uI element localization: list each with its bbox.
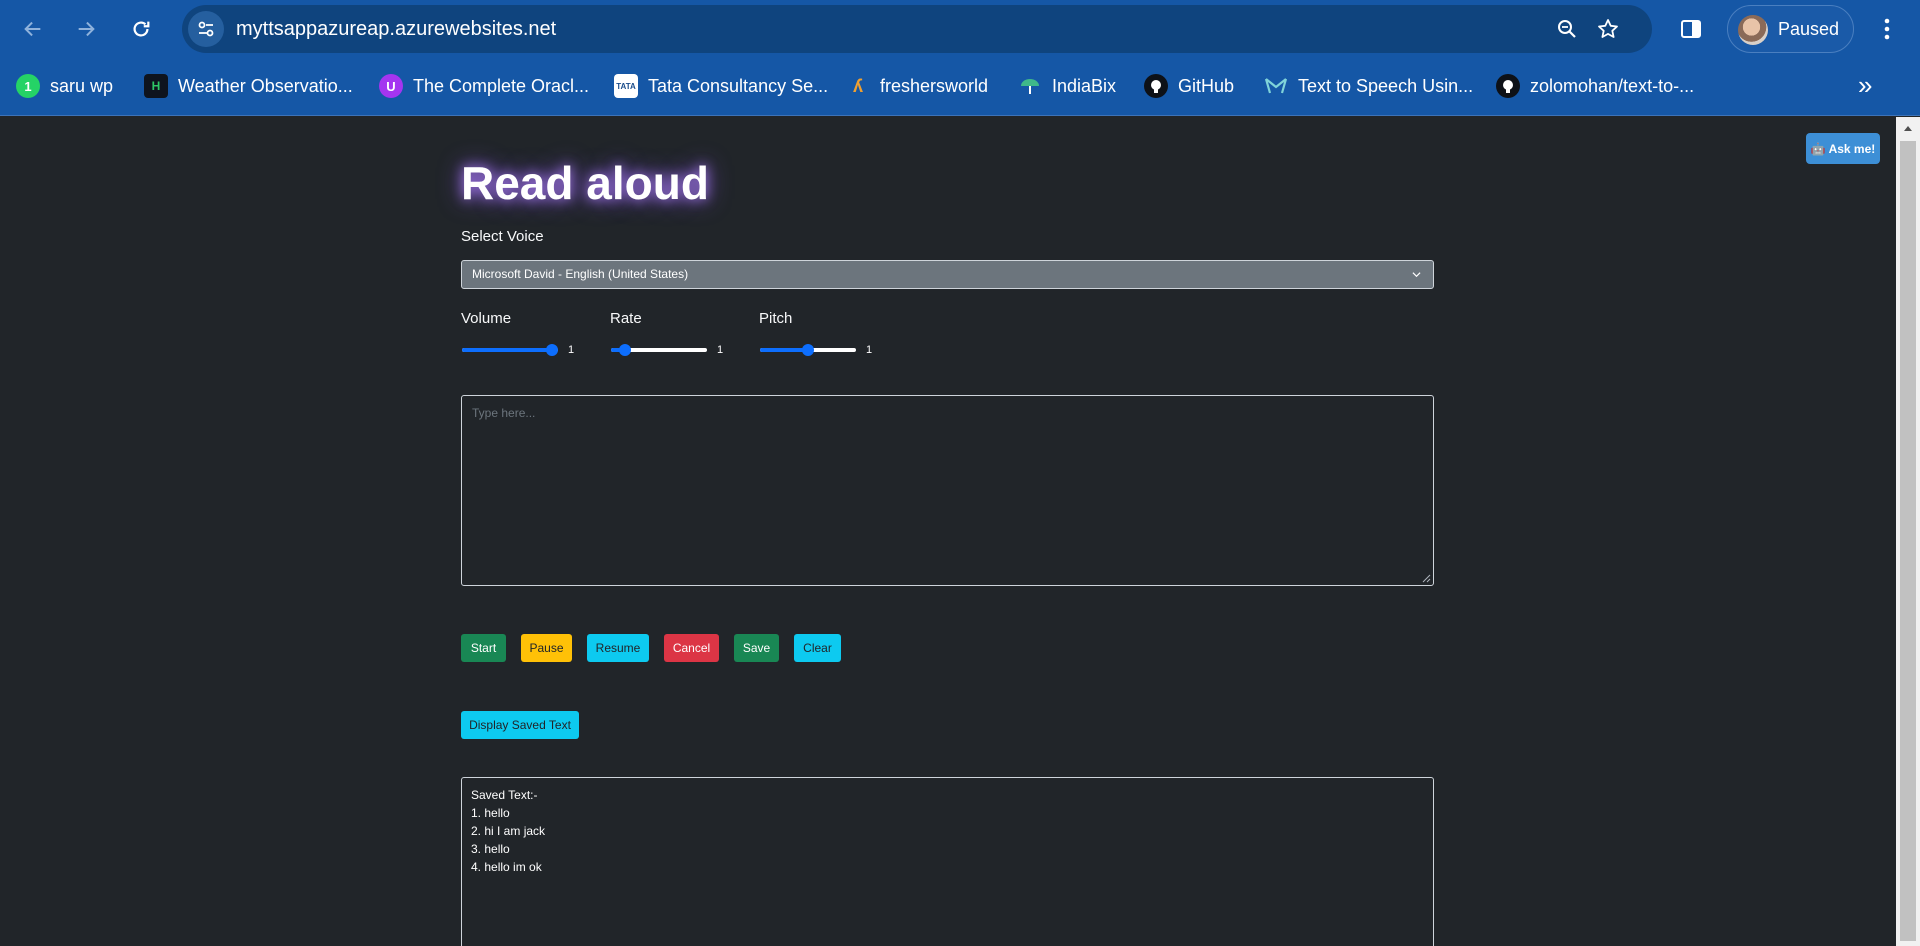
saved-text-item: 2. hi I am jack (471, 824, 546, 838)
profile-status: Paused (1778, 19, 1840, 39)
display-saved-text-button[interactable]: Display Saved Text (461, 711, 579, 739)
bookmark-label: Weather Observatio... (178, 75, 353, 96)
more-vert-icon (1884, 18, 1890, 40)
forward-button[interactable] (69, 12, 103, 46)
cancel-button[interactable]: Cancel (664, 634, 719, 662)
pitch-slider[interactable] (760, 342, 856, 358)
bookmark-label: Tata Consultancy Se... (648, 75, 829, 96)
saved-text-heading: Saved Text:- (471, 788, 538, 802)
start-button[interactable]: Start (461, 634, 506, 662)
pitch-label: Pitch (759, 310, 793, 327)
select-voice-label: Select Voice (461, 228, 544, 245)
zoom-icon (1558, 20, 1576, 38)
volume-label: Volume (461, 310, 512, 327)
page-title: Read aloud (461, 157, 709, 209)
pause-button[interactable]: Pause (521, 634, 572, 662)
ask-me-button[interactable]: 🤖 Ask me! (1806, 133, 1880, 164)
volume-slider[interactable] (462, 342, 558, 358)
mailjet-icon (1264, 74, 1288, 98)
tune-icon (198, 21, 214, 37)
reload-button[interactable] (124, 12, 158, 46)
bookmark-github[interactable]: GitHub (1144, 71, 1234, 101)
url-text[interactable]: myttsappazureap.azurewebsites.net (236, 5, 556, 53)
save-button[interactable]: Save (734, 634, 779, 662)
page-content: 🤖 Ask me! Read aloud Select Voice Micros… (0, 117, 1896, 946)
rate-value: 1 (717, 344, 724, 356)
bookmark-zolomohan[interactable]: zolomohan/text-to-... (1496, 71, 1694, 101)
bookmark-tcs[interactable]: TATA Tata Consultancy Se... (614, 71, 828, 101)
pitch-value: 1 (866, 344, 873, 356)
slider-thumb[interactable] (619, 344, 632, 356)
textarea-placeholder: Type here... (472, 406, 536, 420)
profile-button[interactable]: Paused (1727, 5, 1854, 53)
bookmark-saru-wp[interactable]: 1 saru wp (16, 71, 113, 101)
browser-menu-button[interactable] (1872, 14, 1902, 44)
scroll-up-button[interactable] (1896, 117, 1920, 139)
speech-text-input[interactable]: Type here... (461, 395, 1434, 586)
bookmark-weather[interactable]: H Weather Observatio... (144, 71, 353, 101)
bookmark-star-button[interactable] (1596, 17, 1620, 41)
side-panel-button[interactable] (1676, 14, 1706, 44)
volume-value: 1 (568, 344, 575, 356)
github-icon (1496, 74, 1520, 98)
browser-toolbar: myttsappazureap.azurewebsites.net Paused (0, 0, 1920, 58)
chevron-down-icon (1412, 272, 1421, 278)
bookmark-label: zolomohan/text-to-... (1530, 75, 1695, 96)
bookmark-label: Text to Speech Usin... (1298, 75, 1474, 96)
hackerrank-icon: H (144, 74, 168, 98)
scrollbar-thumb[interactable] (1900, 141, 1916, 941)
saved-text-box: Saved Text:- 1. hello 2. hi I am jack 3.… (461, 777, 1434, 946)
tata-icon: TATA (614, 74, 638, 98)
bookmark-label: saru wp (50, 75, 114, 96)
bookmark-freshersworld[interactable]: ʎ freshersworld (846, 71, 988, 101)
udemy-icon: U (379, 74, 403, 98)
side-panel-icon (1681, 20, 1701, 38)
bookmark-indiabix[interactable]: IndiaBix (1018, 71, 1116, 101)
arrow-right-icon (78, 21, 95, 37)
bookmark-text-to-speech[interactable]: Text to Speech Usin... (1264, 71, 1473, 101)
indiabix-icon (1018, 74, 1042, 98)
rate-slider[interactable] (611, 342, 707, 358)
triangle-up-icon (1904, 126, 1912, 131)
resize-grip-icon[interactable] (1421, 573, 1431, 583)
rate-label: Rate (610, 310, 642, 327)
saved-text-item: 3. hello (471, 842, 510, 856)
voice-selected-value: Microsoft David - English (United States… (472, 267, 689, 281)
bookmark-label: freshersworld (880, 75, 989, 96)
slider-thumb[interactable] (546, 344, 558, 356)
bookmarks-overflow-button[interactable]: » (1858, 72, 1884, 100)
slider-thumb[interactable] (802, 344, 814, 356)
bookmark-oracle-course[interactable]: U The Complete Oracl... (379, 71, 589, 101)
site-info-button[interactable] (188, 11, 224, 47)
saved-text-item: 4. hello im ok (471, 860, 542, 874)
whatsapp-icon: 1 (16, 74, 40, 98)
page-scrollbar[interactable] (1896, 117, 1920, 946)
saved-text-item: 1. hello (471, 806, 510, 820)
avatar (1738, 15, 1768, 45)
bookmarks-bar: 1 saru wp H Weather Observatio... U The … (0, 58, 1920, 116)
resume-button[interactable]: Resume (587, 634, 649, 662)
voice-select[interactable]: Microsoft David - English (United States… (461, 260, 1434, 289)
github-icon (1144, 74, 1168, 98)
bookmark-label: IndiaBix (1052, 75, 1117, 96)
address-bar[interactable]: myttsappazureap.azurewebsites.net (182, 5, 1652, 53)
clear-button[interactable]: Clear (794, 634, 841, 662)
freshersworld-icon: ʎ (852, 75, 863, 96)
reload-icon (133, 21, 150, 37)
star-icon (1598, 19, 1618, 38)
slider-fill (760, 348, 808, 352)
bookmark-label: The Complete Oracl... (413, 75, 590, 96)
slider-fill (462, 348, 552, 352)
back-button[interactable] (16, 12, 50, 46)
zoom-button[interactable] (1555, 17, 1579, 41)
bookmark-label: GitHub (1178, 75, 1235, 96)
arrow-left-icon (24, 21, 41, 37)
